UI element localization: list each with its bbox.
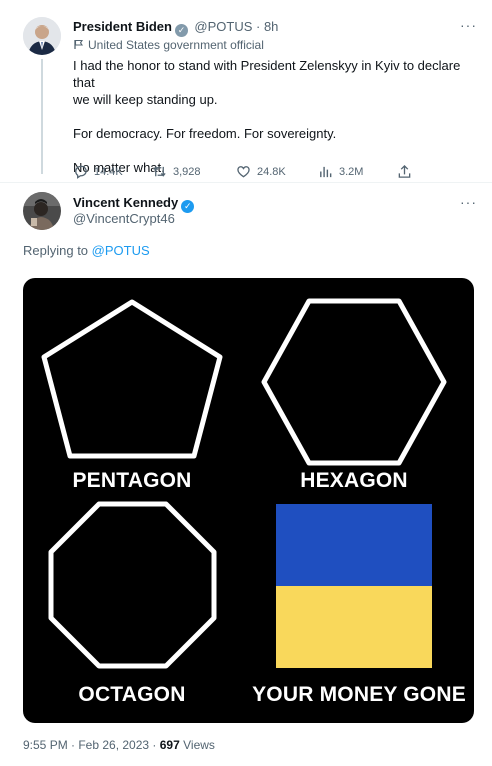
ukraine-flag-bottom (276, 586, 432, 668)
share-icon (398, 164, 411, 178)
octagon-shape (48, 501, 217, 669)
author-name[interactable]: President Biden (73, 19, 172, 34)
pentagon-shape (41, 299, 223, 459)
replying-handle-link[interactable]: @POTUS (92, 243, 150, 258)
reply-count: 14.4K (94, 165, 123, 178)
views-button[interactable]: 3.2M (318, 164, 363, 179)
views-chart-icon (320, 166, 332, 178)
affiliation-row: United States government official (73, 38, 264, 52)
author-handle-time[interactable]: @POTUS · 8h (194, 19, 278, 34)
label-octagon: OCTAGON (78, 683, 186, 706)
replying-to: Replying to @POTUS (23, 243, 150, 258)
views-label: Views (183, 738, 215, 752)
tweet1-text-line2: we will keep standing up. (73, 92, 218, 107)
retweet-count: 3,928 (173, 165, 201, 178)
more-options-icon[interactable]: ··· (460, 194, 477, 210)
tweet1-body: I had the honor to stand with President … (73, 57, 483, 176)
author-name[interactable]: Vincent Kennedy (73, 195, 178, 210)
avatar-president-biden[interactable] (23, 17, 61, 55)
share-button[interactable] (397, 164, 412, 179)
avatar-vincent-kennedy[interactable] (23, 192, 61, 230)
thread-connector-line (41, 59, 43, 174)
avatar-image (23, 17, 61, 55)
tweet-meta: 9:55 PM · Feb 26, 2023 · 697 Views (23, 738, 215, 752)
government-badge-icon: ✓ (174, 24, 188, 37)
shapes-graphic (41, 298, 447, 669)
like-count: 24.8K (257, 165, 286, 178)
meme-image[interactable]: PENTAGON HEXAGON OCTAGON YOUR MONEY GONE (23, 278, 474, 723)
hexagon-shape (261, 298, 447, 466)
heart-icon (237, 166, 250, 178)
author-handle[interactable]: @VincentCrypt46 (73, 211, 175, 226)
reply-icon (75, 165, 87, 179)
view-count: 697 (159, 738, 180, 752)
label-hexagon: HEXAGON (300, 469, 408, 492)
avatar-image (23, 192, 61, 230)
tweet-divider (0, 182, 492, 183)
views-count: 3.2M (339, 165, 364, 178)
affiliation-label: United States government official (88, 38, 264, 52)
label-pentagon: PENTAGON (72, 469, 192, 492)
flag-icon (74, 39, 84, 49)
retweet-icon (153, 166, 166, 177)
like-button[interactable]: 24.8K (236, 164, 286, 179)
timestamp-link[interactable]: 9:55 PM · Feb 26, 2023 · (23, 738, 156, 752)
tweet1-header: President Biden ✓ @POTUS · 8h (73, 18, 278, 37)
replying-prefix: Replying to (23, 243, 89, 258)
tweet1-text-para2: For democracy. For freedom. For sovereig… (73, 126, 337, 141)
retweet-button[interactable]: 3,928 (152, 164, 201, 179)
tweet1-text-line1: I had the honor to stand with President … (73, 58, 461, 90)
label-your-money-gone: YOUR MONEY GONE (252, 683, 466, 706)
ukraine-flag-top (276, 504, 432, 586)
more-options-icon[interactable]: ··· (460, 17, 477, 33)
verified-badge-icon: ✓ (181, 200, 195, 213)
reply-button[interactable]: 14.4K (73, 164, 123, 179)
